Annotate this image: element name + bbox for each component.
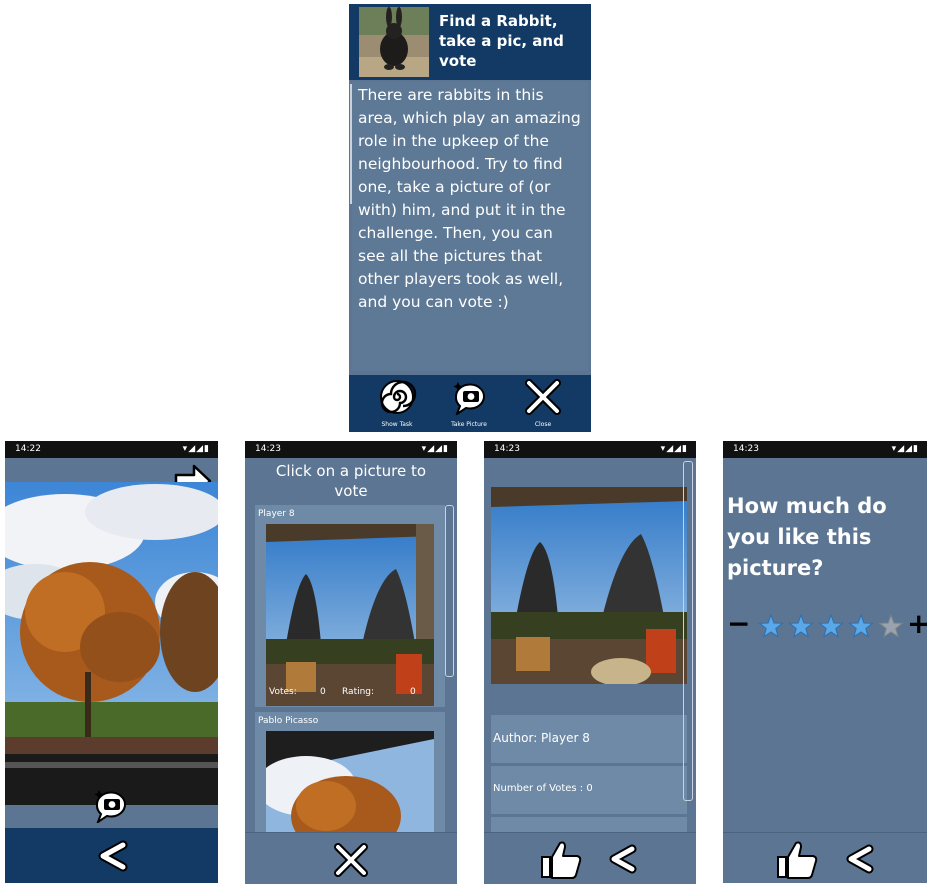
status-icons: ▾◢◢▮ — [421, 444, 449, 454]
rating-question: How much do you like this picture? — [727, 494, 887, 580]
star-filled-icon[interactable] — [848, 613, 874, 638]
bottom-bar — [484, 832, 696, 884]
votes-row: Number of Votes : 0 — [491, 766, 687, 814]
status-time: 14:23 — [255, 444, 281, 454]
votes-value: 0 — [320, 687, 326, 697]
detail-photo — [491, 487, 687, 684]
rating-row — [491, 817, 687, 833]
screen-gallery: 14:23 ▾◢◢▮ Click on a picture to vote Pl… — [245, 441, 457, 884]
increase-button[interactable]: + — [907, 607, 927, 640]
take-picture-button[interactable]: Take Picture — [441, 379, 497, 429]
rating-value: 0 — [410, 687, 416, 697]
back-button[interactable] — [606, 843, 638, 875]
task-toolbar: Show Task Take Picture Close — [349, 375, 591, 432]
status-icons: ▾◢◢▮ — [891, 444, 919, 454]
task-description: There are rabbits in this area, which pl… — [358, 86, 581, 311]
vote-button[interactable] — [775, 839, 819, 879]
status-time: 14:22 — [15, 444, 41, 454]
star-filled-icon[interactable] — [758, 613, 784, 638]
task-header: Find a Rabbit, take a pic, and vote — [349, 4, 591, 80]
close-icon — [525, 379, 561, 415]
status-icons: ▾◢◢▮ — [182, 444, 210, 454]
take-picture-label: Take Picture — [451, 421, 487, 428]
rabbit-thumbnail — [359, 7, 429, 77]
close-button[interactable] — [333, 842, 369, 878]
star-rating[interactable] — [757, 613, 907, 641]
back-button[interactable] — [843, 843, 875, 875]
bottom-bar — [5, 828, 218, 883]
task-description-area[interactable]: There are rabbits in this area, which pl… — [349, 80, 591, 375]
camera-bubble-icon — [94, 790, 126, 823]
spiral-icon — [380, 380, 417, 414]
star-filled-icon[interactable] — [788, 613, 814, 638]
back-chevron-icon — [609, 844, 637, 874]
picture-card[interactable]: Player 8 Votes: 0 Rating: 0 — [255, 505, 445, 707]
task-title: Find a Rabbit, take a pic, and vote — [439, 12, 564, 70]
camera-bubble-icon — [453, 382, 485, 415]
thumbs-up-icon — [541, 841, 582, 879]
rating-control: − + — [727, 607, 927, 641]
back-chevron-icon — [98, 840, 128, 872]
star-filled-icon[interactable] — [818, 613, 844, 638]
back-button[interactable] — [95, 839, 129, 873]
status-bar: 14:23 ▾◢◢▮ — [723, 441, 927, 458]
status-bar: 14:23 ▾◢◢▮ — [245, 441, 457, 458]
author-row: Author: Player 8 — [491, 715, 687, 763]
gallery-header: Click on a picture to vote — [275, 462, 427, 500]
camera-preview — [5, 482, 218, 805]
task-panel: Find a Rabbit, take a pic, and vote Ther… — [349, 4, 591, 432]
bottom-bar — [245, 832, 457, 884]
votes-label: Votes: — [269, 687, 297, 697]
decrease-button[interactable]: − — [727, 607, 750, 640]
capture-button[interactable] — [91, 787, 131, 823]
screen-camera: 14:22 ▾◢◢▮ — [5, 441, 218, 883]
status-bar: 14:22 ▾◢◢▮ — [5, 441, 218, 458]
card-photo — [266, 731, 434, 832]
screen-rating: 14:23 ▾◢◢▮ How much do you like this pic… — [723, 441, 927, 883]
thumbs-up-icon — [777, 841, 818, 879]
status-time: 14:23 — [733, 444, 759, 454]
scrollbar[interactable] — [445, 505, 454, 677]
status-time: 14:23 — [494, 444, 520, 454]
show-task-button[interactable]: Show Task — [369, 379, 425, 429]
star-empty-icon[interactable] — [878, 613, 904, 638]
author-text: Author: Player 8 — [493, 731, 590, 745]
status-bar: 14:23 ▾◢◢▮ — [484, 441, 696, 458]
bottom-bar — [723, 832, 927, 883]
screen-picture-detail: 14:23 ▾◢◢▮ Author: Player 8 Number of Vo… — [484, 441, 696, 884]
card-player-name: Pablo Picasso — [258, 716, 319, 726]
vote-button[interactable] — [539, 839, 583, 879]
close-icon — [334, 843, 368, 877]
back-chevron-icon — [846, 844, 874, 874]
status-icons: ▾◢◢▮ — [660, 444, 688, 454]
scrollbar[interactable] — [683, 461, 693, 801]
close-label: Close — [534, 421, 552, 428]
rating-label: Rating: — [342, 687, 375, 697]
card-photo — [266, 524, 434, 706]
close-button[interactable]: Close — [515, 379, 571, 429]
picture-card[interactable]: Pablo Picasso — [255, 712, 445, 832]
show-task-label: Show Task — [381, 421, 413, 428]
votes-text: Number of Votes : 0 — [493, 783, 593, 794]
card-player-name: Player 8 — [258, 509, 295, 519]
